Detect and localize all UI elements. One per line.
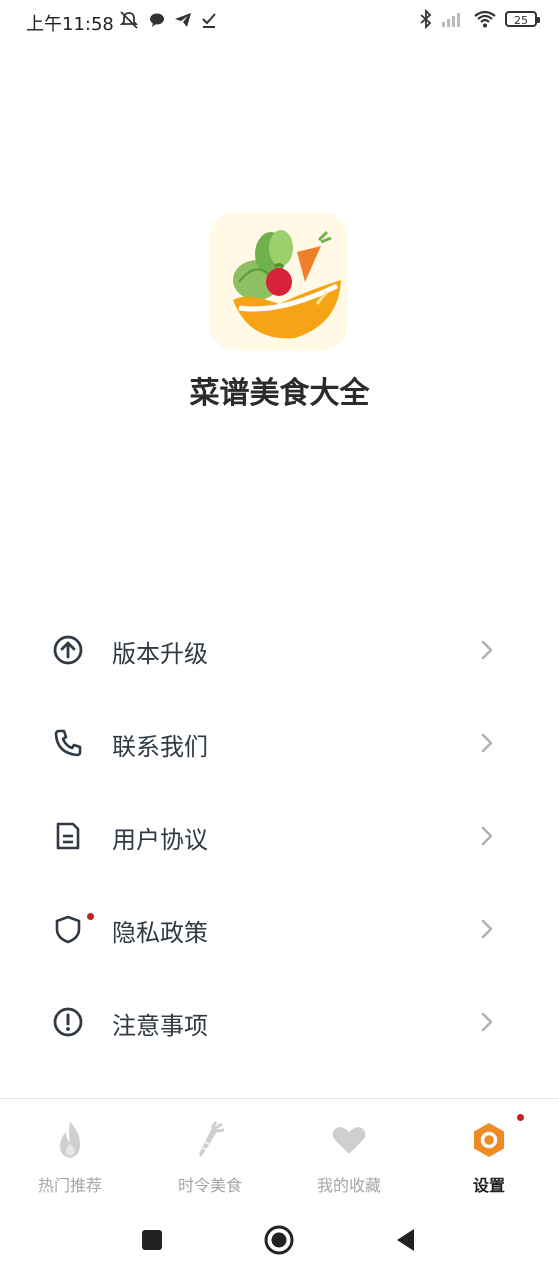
tab-seasonal[interactable]: 时令美食 [140,1100,280,1200]
bottom-tabbar: 热门推荐 时令美食 我的收藏 设置 [0,1100,559,1200]
menu-item-notes[interactable]: 注意事项 [0,974,559,1067]
app-logo [209,212,348,351]
menu-label: 隐私政策 [112,919,208,947]
phone-icon [54,729,82,757]
chevron-right-icon [481,1012,493,1032]
home-button[interactable] [263,1224,295,1256]
app-title: 菜谱美食大全 [189,376,370,411]
battery-icon: 25 [505,11,540,27]
shield-icon [55,915,81,944]
privacy-badge-dot [87,913,94,920]
signal-icon [442,13,460,27]
menu-item-upgrade[interactable]: 版本升级 [0,602,559,695]
download-done-icon [202,13,216,28]
menu-item-privacy[interactable]: 隐私政策 [0,881,559,974]
status-left-icons [118,10,218,30]
chevron-right-icon [481,640,493,660]
status-time: 上午11:58 [26,14,114,35]
recent-apps-button[interactable] [136,1224,168,1256]
vegetable-bowl-logo [233,230,341,339]
telegram-icon [175,13,191,27]
settings-menu: 版本升级 联系我们 用户协议 隐私政策 注意事项 [0,602,559,1067]
tab-label: 我的收藏 [316,1176,381,1195]
mute-notification-icon [119,11,139,29]
tabbar-divider [0,1098,559,1099]
wifi-icon [474,10,496,28]
heart-icon [332,1127,366,1154]
upgrade-arrow-icon [53,635,83,665]
chat-bubble-icon [150,13,164,27]
flame-icon [60,1122,80,1158]
menu-label: 联系我们 [112,733,208,761]
menu-label: 用户协议 [112,826,208,854]
tab-hot[interactable]: 热门推荐 [0,1100,140,1200]
alert-circle-icon [53,1007,83,1037]
status-right-icons: 25 [419,9,540,29]
menu-label: 版本升级 [112,640,208,668]
tab-label: 设置 [472,1176,505,1195]
bluetooth-icon [420,9,432,29]
document-icon [56,822,80,850]
status-bar: 上午11:58 25 [0,0,559,44]
chevron-right-icon [481,919,493,939]
tab-settings[interactable]: 设置 [419,1100,559,1200]
tab-label: 热门推荐 [37,1176,102,1195]
menu-label: 注意事项 [112,1012,208,1040]
chevron-right-icon [481,733,493,753]
system-navbar [0,1200,559,1280]
settings-hex-icon [474,1123,504,1157]
settings-badge-dot [517,1114,524,1121]
tab-favorites[interactable]: 我的收藏 [279,1100,419,1200]
chevron-right-icon [481,826,493,846]
tab-label: 时令美食 [177,1176,242,1195]
menu-item-user-agreement[interactable]: 用户协议 [0,788,559,881]
carrot-icon [199,1121,225,1157]
menu-item-contact[interactable]: 联系我们 [0,695,559,788]
back-button[interactable] [390,1224,422,1256]
